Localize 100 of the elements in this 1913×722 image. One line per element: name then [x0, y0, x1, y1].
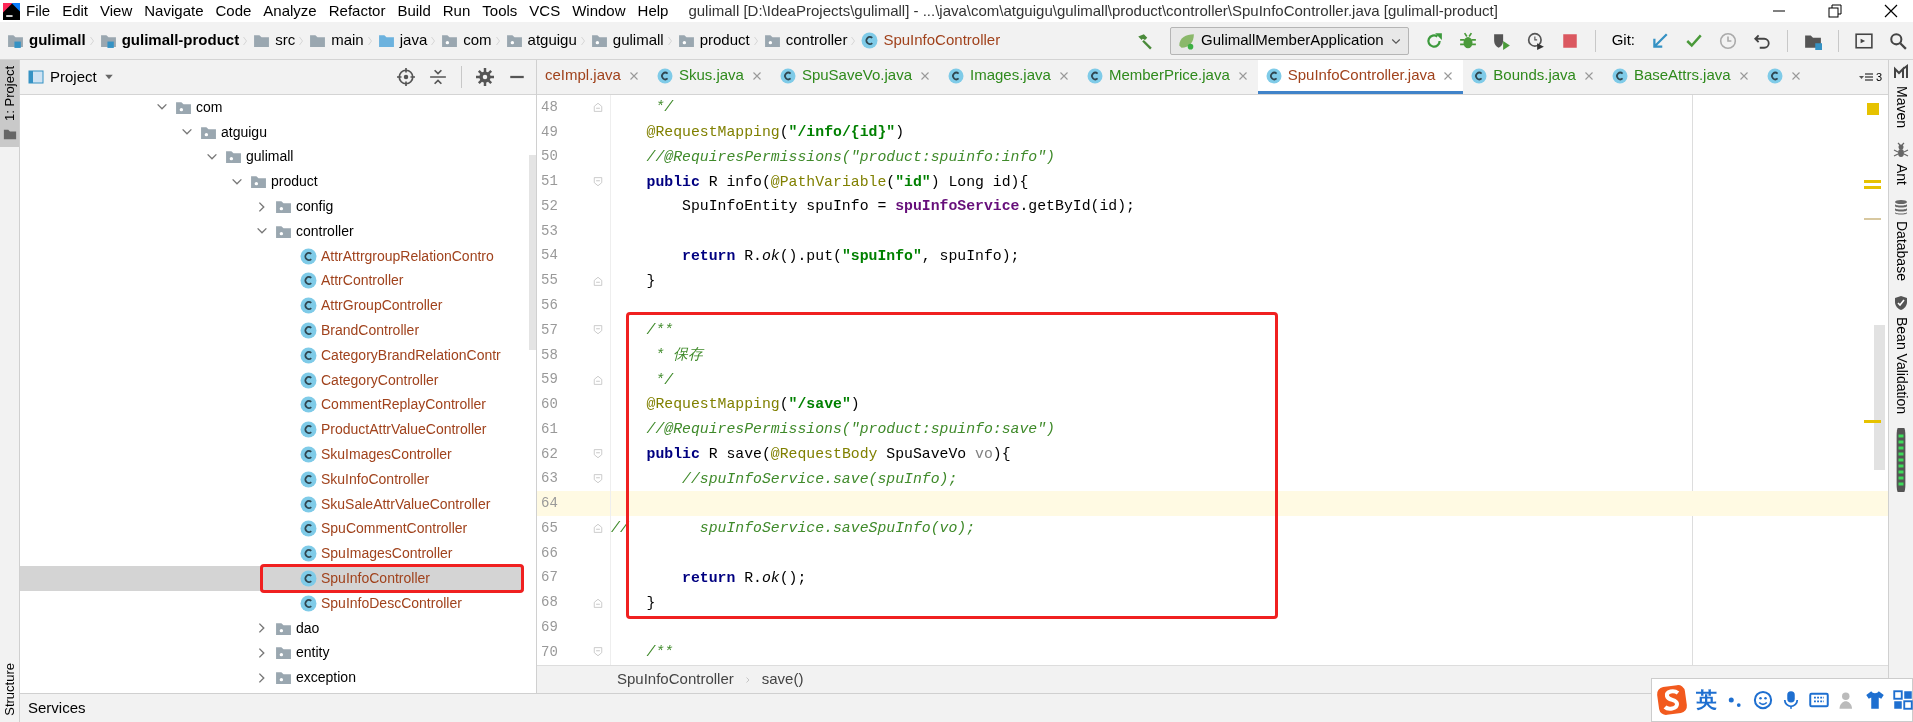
settings-icon[interactable] — [476, 68, 494, 86]
hammer-icon[interactable] — [1136, 31, 1155, 50]
tree-item[interactable]: controller — [20, 219, 524, 244]
tree-item[interactable]: AttrAttrgroupRelationContro — [20, 243, 524, 269]
breadcrumb-item[interactable]: save() — [761, 668, 804, 691]
scrollbar[interactable] — [529, 155, 536, 350]
menu-item[interactable]: Run — [436, 1, 477, 21]
microphone-icon[interactable] — [1781, 690, 1801, 710]
menu-item[interactable]: Help — [631, 1, 675, 21]
fold-marker-icon[interactable] — [593, 373, 603, 386]
input-mode-toggle[interactable]: 英 — [1696, 684, 1717, 716]
shield-play-icon[interactable] — [1492, 31, 1511, 50]
breadcrumb-item[interactable]: main — [306, 29, 367, 52]
editor-tab[interactable]: Bounds.java — [1463, 60, 1604, 94]
tree-item[interactable]: ProductAttrValueController — [20, 417, 524, 443]
tree-item[interactable]: SkuSaleAttrValueController — [20, 491, 524, 517]
menu-item[interactable]: Build — [391, 1, 437, 21]
crosshair-icon[interactable] — [397, 68, 415, 86]
restore-icon[interactable] — [1827, 3, 1843, 19]
menu-item[interactable]: Navigate — [138, 1, 210, 21]
breadcrumb-item[interactable]: gulimall — [587, 29, 667, 52]
breadcrumb-item[interactable]: java — [374, 29, 431, 52]
menu-item[interactable]: Tools — [476, 1, 524, 21]
keyboard-icon[interactable] — [1809, 690, 1829, 710]
search-icon[interactable] — [1889, 31, 1907, 50]
bug-icon[interactable] — [1458, 31, 1477, 50]
fold-marker-icon[interactable] — [593, 324, 603, 337]
breadcrumb-item[interactable]: com — [438, 29, 495, 52]
menu-item[interactable]: Code — [209, 1, 258, 21]
rerun-icon[interactable] — [1424, 31, 1443, 50]
tree-item[interactable]: SkuInfoController — [20, 466, 524, 492]
clock-icon[interactable] — [1719, 31, 1737, 50]
tree-item[interactable]: atguigu — [20, 119, 524, 145]
tree-item[interactable]: CommentReplayController — [20, 392, 524, 418]
breadcrumb-item[interactable]: controller — [760, 29, 851, 52]
editor-tab[interactable]: Skus.java — [648, 60, 772, 94]
services-tab[interactable]: Services — [28, 696, 86, 720]
breadcrumb-item[interactable]: atguigu — [502, 29, 580, 52]
tree-item[interactable]: CategoryBrandRelationContr — [20, 342, 524, 368]
tree-item[interactable]: CategoryController — [20, 367, 524, 393]
tree-item[interactable]: SpuImagesController — [20, 541, 524, 567]
fold-marker-icon[interactable] — [593, 472, 603, 485]
menu-item[interactable]: Analyze — [257, 1, 323, 21]
smiley-icon[interactable] — [1753, 690, 1773, 710]
fold-marker-icon[interactable] — [593, 101, 603, 114]
close-icon[interactable] — [1883, 3, 1899, 19]
shirt-icon[interactable] — [1865, 690, 1885, 710]
tree-item[interactable]: SkuImagesController — [20, 442, 524, 467]
tool-window-button[interactable]: Bean Validation — [1890, 295, 1912, 415]
tree-item[interactable]: SpuCommentController — [20, 516, 524, 542]
tool-window-button[interactable]: Ant — [1890, 142, 1912, 186]
menu-item[interactable]: Refactor — [322, 1, 392, 21]
breadcrumb-item[interactable]: src — [250, 29, 299, 52]
presentation-icon[interactable] — [1855, 31, 1873, 50]
editor-tab[interactable]: BaseAttrs.java — [1603, 60, 1759, 94]
menu-item[interactable]: View — [94, 1, 139, 21]
breadcrumb-item[interactable]: SpuInfoController — [858, 29, 1004, 52]
tree-item[interactable]: AttrController — [20, 268, 524, 294]
fold-marker-icon[interactable] — [593, 646, 603, 659]
editor-tab[interactable]: ceImpl.java — [537, 60, 649, 94]
tree-item[interactable]: SpuInfoDescController — [20, 590, 524, 616]
tree-item[interactable]: exception — [20, 665, 524, 691]
breadcrumb-item[interactable]: gulimall-product — [96, 29, 243, 52]
breadcrumb-item[interactable]: product — [674, 29, 753, 52]
tree-item[interactable]: SpuInfoController — [20, 566, 524, 591]
tool-window-button[interactable]: Structure — [0, 657, 19, 722]
fold-marker-icon[interactable] — [593, 175, 603, 188]
tool-window-button[interactable]: Maven — [1890, 64, 1912, 129]
scrollbar[interactable] — [1874, 325, 1885, 470]
tool-window-button[interactable]: 1: Project — [0, 60, 19, 147]
tab-overflow-button[interactable]: 3 — [1857, 60, 1888, 94]
collapse-icon[interactable] — [429, 68, 447, 86]
menu-item[interactable]: Edit — [56, 1, 95, 21]
menu-item[interactable]: Window — [566, 1, 632, 21]
editor-tab[interactable]: Images.java — [940, 60, 1079, 94]
tree-item[interactable]: config — [20, 194, 524, 219]
fold-marker-icon[interactable] — [593, 522, 603, 535]
grid-icon[interactable] — [1893, 690, 1913, 710]
run-configuration-dropdown[interactable]: GulimallMemberApplication — [1170, 26, 1409, 55]
tree-item[interactable]: BrandController — [20, 318, 524, 343]
tree-item[interactable]: dao — [20, 615, 524, 641]
editor-tab[interactable]: MemberPrice.java — [1078, 60, 1258, 94]
editor-tab[interactable]: SpuInfoController.java — [1257, 60, 1464, 94]
fold-marker-icon[interactable] — [593, 448, 603, 461]
fold-marker-icon[interactable] — [593, 274, 603, 287]
logo-icon[interactable] — [1656, 684, 1688, 716]
tree-item[interactable]: product — [20, 169, 524, 195]
tree-item[interactable]: gulimall — [20, 144, 524, 170]
tree-item[interactable]: AttrGroupController — [20, 293, 524, 319]
tree-item[interactable]: com — [20, 95, 524, 120]
stop-icon[interactable] — [1560, 31, 1579, 50]
tree-item[interactable]: entity — [20, 640, 524, 666]
tool-window-button[interactable]: Database — [1890, 199, 1912, 281]
menu-item[interactable]: VCS — [523, 1, 567, 21]
panel-title[interactable]: Project — [50, 65, 97, 89]
breadcrumb-item[interactable]: SpuInfoController — [617, 668, 734, 691]
breadcrumb-item[interactable]: gulimall — [4, 29, 89, 52]
clock-play-icon[interactable] — [1526, 31, 1545, 50]
arrow-icon[interactable] — [1651, 31, 1669, 50]
editor-tab[interactable]: SpuSaveVo.java — [771, 60, 940, 94]
